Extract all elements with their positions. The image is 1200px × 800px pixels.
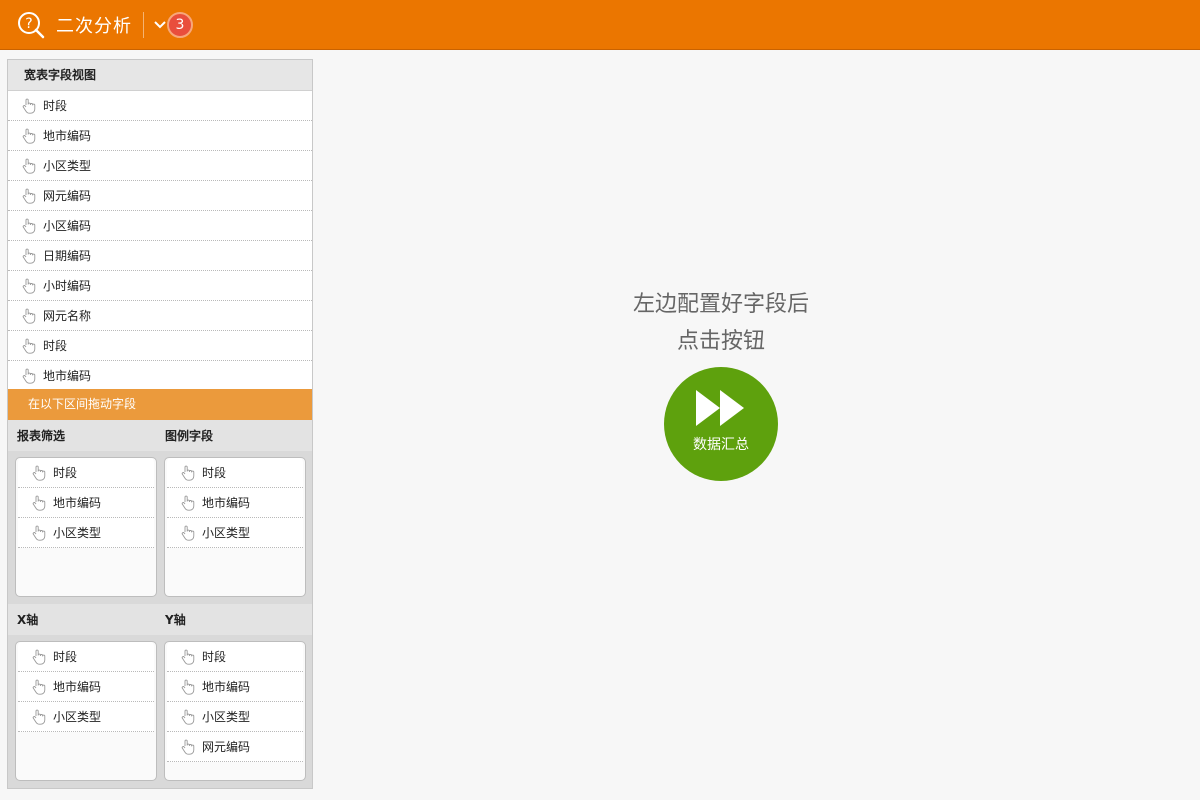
field-list-item[interactable]: 地市编码 bbox=[8, 361, 312, 389]
hand-pointer-icon bbox=[32, 679, 46, 695]
field-list-item[interactable]: 时段 bbox=[8, 91, 312, 121]
zone-field-item[interactable]: 小区类型 bbox=[167, 518, 303, 548]
field-label: 时段 bbox=[202, 650, 227, 664]
field-list-item[interactable]: 网元名称 bbox=[8, 301, 312, 331]
zone-labels-bottom: X轴 Y轴 bbox=[8, 604, 312, 635]
hand-pointer-icon bbox=[22, 128, 36, 144]
field-label: 小区编码 bbox=[43, 219, 92, 233]
hand-pointer-icon bbox=[32, 525, 46, 541]
field-list-item[interactable]: 时段 bbox=[8, 331, 312, 361]
legend-field-label: 图例字段 bbox=[165, 429, 214, 443]
field-label: 小区类型 bbox=[202, 710, 251, 724]
field-list-item[interactable]: 日期编码 bbox=[8, 241, 312, 271]
zone-field-item[interactable]: 小区类型 bbox=[18, 518, 154, 548]
svg-text:?: ? bbox=[25, 16, 32, 32]
field-list-item[interactable]: 小时编码 bbox=[8, 271, 312, 301]
data-summary-label: 数据汇总 bbox=[693, 437, 749, 453]
field-list[interactable]: 时段 地市编码 小区类型 网元编码 小区编码 日期编码 小时编码 网元名称 时段 地市编码 bbox=[8, 91, 312, 389]
hand-pointer-icon bbox=[32, 465, 46, 481]
field-label: 地市编码 bbox=[202, 680, 251, 694]
field-label: 地市编码 bbox=[53, 680, 102, 694]
field-label: 网元编码 bbox=[43, 189, 92, 203]
field-label: 地市编码 bbox=[43, 129, 92, 143]
chevron-down-icon[interactable] bbox=[153, 15, 167, 35]
report-filter-label: 报表筛选 bbox=[17, 429, 66, 443]
hand-pointer-icon bbox=[22, 158, 36, 174]
hand-pointer-icon bbox=[32, 709, 46, 725]
data-summary-button[interactable]: 数据汇总 bbox=[664, 367, 778, 481]
zone-field-item[interactable]: 时段 bbox=[18, 458, 154, 488]
zone-field-item[interactable]: 时段 bbox=[167, 458, 303, 488]
zone-labels-top: 报表筛选 图例字段 bbox=[8, 420, 312, 451]
zone-field-item[interactable]: 地市编码 bbox=[18, 672, 154, 702]
hand-pointer-icon bbox=[32, 495, 46, 511]
field-label: 网元名称 bbox=[43, 309, 92, 323]
hand-pointer-icon bbox=[181, 739, 195, 755]
field-label: 时段 bbox=[53, 650, 78, 664]
hand-pointer-icon bbox=[181, 649, 195, 665]
hand-pointer-icon bbox=[181, 709, 195, 725]
x-axis-dropzone[interactable]: 时段地市编码小区类型 bbox=[15, 641, 157, 781]
x-axis-label: X轴 bbox=[17, 613, 39, 627]
field-config-panel: 宽表字段视图 时段 地市编码 小区类型 网元编码 小区编码 日期编码 小时编码 网元名称 时段地… bbox=[7, 59, 313, 789]
field-label: 地市编码 bbox=[53, 496, 102, 510]
hand-pointer-icon bbox=[22, 218, 36, 234]
top-bar: ? 二次分析 3 bbox=[0, 0, 1200, 50]
app-title: 二次分析 bbox=[56, 15, 132, 37]
field-label: 小区类型 bbox=[43, 159, 92, 173]
field-label: 小时编码 bbox=[43, 279, 92, 293]
hand-pointer-icon bbox=[22, 98, 36, 114]
fast-forward-icon bbox=[696, 390, 744, 426]
hand-pointer-icon bbox=[181, 495, 195, 511]
zone-field-item[interactable]: 地市编码 bbox=[167, 488, 303, 518]
drag-hint: 在以下区间拖动字段 bbox=[8, 389, 312, 420]
y-axis-label: Y轴 bbox=[165, 613, 186, 627]
main-area: 左边配置好字段后 点击按钮 数据汇总 bbox=[320, 51, 1200, 800]
zone-field-item[interactable]: 小区类型 bbox=[18, 702, 154, 732]
field-label: 时段 bbox=[53, 466, 78, 480]
hand-pointer-icon bbox=[22, 188, 36, 204]
field-label: 网元编码 bbox=[202, 740, 251, 754]
help-icon[interactable]: ? bbox=[16, 10, 46, 40]
field-label: 地市编码 bbox=[202, 496, 251, 510]
field-list-item[interactable]: 地市编码 bbox=[8, 121, 312, 151]
zone-field-item[interactable]: 地市编码 bbox=[18, 488, 154, 518]
field-label: 小区类型 bbox=[53, 526, 102, 540]
hand-pointer-icon bbox=[181, 465, 195, 481]
field-label: 时段 bbox=[43, 99, 68, 113]
field-label: 时段 bbox=[43, 339, 68, 353]
hand-pointer-icon bbox=[22, 248, 36, 264]
field-label: 地市编码 bbox=[43, 369, 92, 383]
hand-pointer-icon bbox=[181, 525, 195, 541]
report-filter-dropzone[interactable]: 时段地市编码小区类型 bbox=[15, 457, 157, 597]
field-label: 时段 bbox=[202, 466, 227, 480]
field-label: 日期编码 bbox=[43, 249, 92, 263]
zone-field-item[interactable]: 时段 bbox=[18, 642, 154, 672]
drop-row-bottom: 时段地市编码小区类型 时段地市编码小区类型网元编码 bbox=[8, 635, 312, 788]
zone-field-item[interactable]: 小区类型 bbox=[167, 702, 303, 732]
hand-pointer-icon bbox=[22, 338, 36, 354]
hand-pointer-icon bbox=[32, 649, 46, 665]
field-list-item[interactable]: 小区类型 bbox=[8, 151, 312, 181]
hand-pointer-icon bbox=[181, 679, 195, 695]
count-badge[interactable]: 3 bbox=[167, 11, 193, 38]
hand-pointer-icon bbox=[22, 368, 36, 384]
hint-line-2: 点击按钮 bbox=[676, 329, 765, 354]
field-list-item[interactable]: 小区编码 bbox=[8, 211, 312, 241]
legend-field-dropzone[interactable]: 时段地市编码小区类型 bbox=[164, 457, 306, 597]
field-label: 小区类型 bbox=[202, 526, 251, 540]
field-list-item[interactable]: 网元编码 bbox=[8, 181, 312, 211]
y-axis-dropzone[interactable]: 时段地市编码小区类型网元编码 bbox=[164, 641, 306, 781]
zone-field-item[interactable]: 地市编码 bbox=[167, 672, 303, 702]
hint-line-1: 左边配置好字段后 bbox=[632, 292, 809, 317]
field-label: 小区类型 bbox=[53, 710, 102, 724]
zone-field-item[interactable]: 网元编码 bbox=[167, 732, 303, 762]
zone-field-item[interactable]: 时段 bbox=[167, 642, 303, 672]
title-divider bbox=[143, 11, 144, 38]
hand-pointer-icon bbox=[22, 278, 36, 294]
hand-pointer-icon bbox=[22, 308, 36, 324]
drop-row-top: 时段地市编码小区类型 时段地市编码小区类型 bbox=[8, 451, 312, 604]
field-panel-title: 宽表字段视图 bbox=[8, 60, 312, 91]
